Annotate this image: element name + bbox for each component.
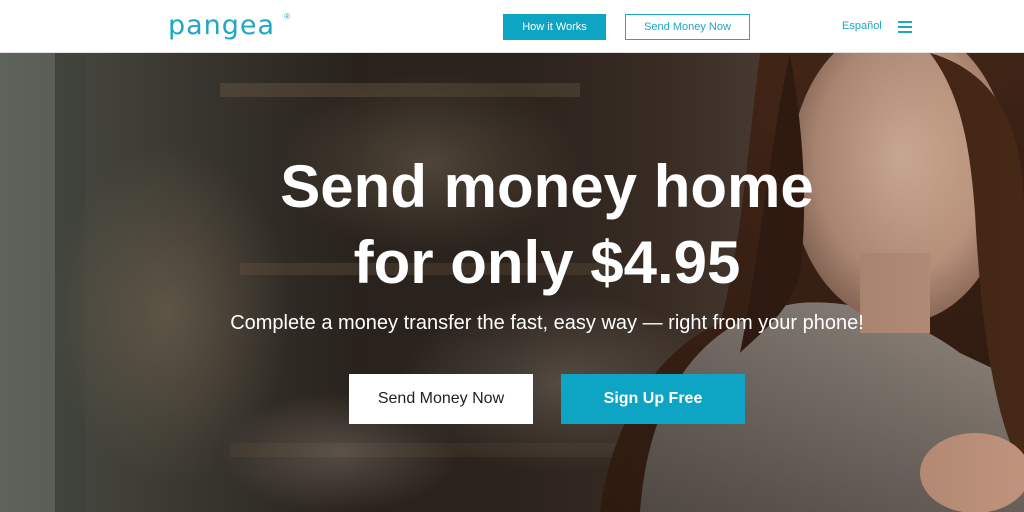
hamburger-menu-icon[interactable] bbox=[898, 20, 912, 33]
pangea-logo[interactable]: pangea ® bbox=[168, 10, 292, 42]
site-header: pangea ® How it Works Send Money Now Esp… bbox=[0, 0, 1024, 53]
logo-text: pangea bbox=[168, 10, 276, 41]
hero-headline-line-1: Send money home bbox=[280, 153, 814, 220]
how-it-works-button[interactable]: How it Works bbox=[503, 14, 606, 40]
logo-registered-mark: ® bbox=[284, 12, 290, 21]
hero-headline: Send money home for only $4.95 bbox=[0, 149, 1024, 301]
hero-subtitle: Complete a money transfer the fast, easy… bbox=[230, 312, 864, 334]
hero-send-money-now-button[interactable]: Send Money Now bbox=[349, 374, 533, 424]
header-send-money-now-button[interactable]: Send Money Now bbox=[625, 14, 750, 40]
sign-up-free-button[interactable]: Sign Up Free bbox=[561, 374, 745, 424]
language-espanol-link[interactable]: Español bbox=[842, 19, 882, 33]
hero-section: Send money home for only $4.95 Complete … bbox=[0, 53, 1024, 512]
hero-headline-line-2: for only $4.95 bbox=[353, 229, 741, 296]
